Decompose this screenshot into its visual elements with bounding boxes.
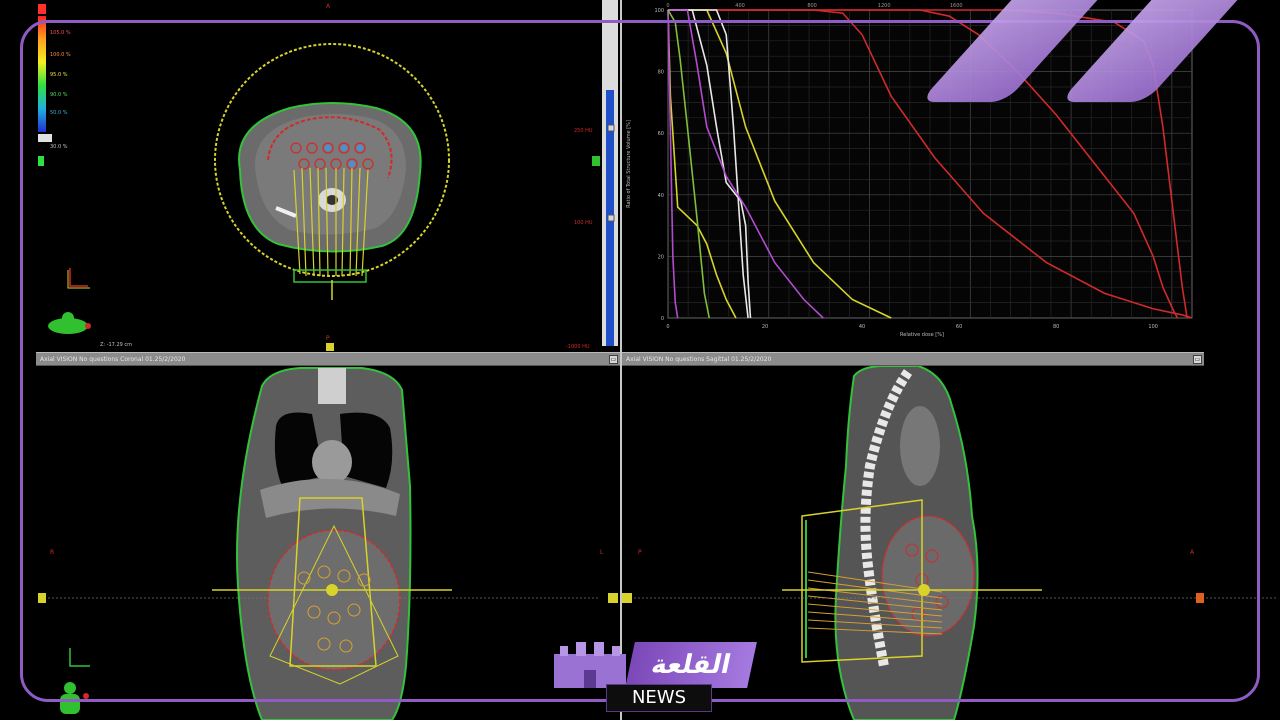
scale-marker <box>592 156 600 166</box>
dvh-x-tick-label: 60 <box>956 324 962 330</box>
legend-marker <box>38 156 44 166</box>
dvh-x-tick-label: 40 <box>859 324 865 330</box>
crosshair-handle-left[interactable] <box>38 593 46 603</box>
castle-icon <box>554 642 626 688</box>
legend-label: 95.0 % <box>50 72 68 78</box>
dose-legend: 105.0 % 100.0 % 95.0 % 90.0 % 50.0 % 30.… <box>38 4 71 166</box>
legend-swatch-bottom <box>38 134 52 142</box>
dvh-y-tick-label: 60 <box>658 131 664 137</box>
dvh-y-tick-label: 80 <box>658 70 664 76</box>
orientation-marker-left: L <box>600 549 604 556</box>
dvh-y-tick-label: 0 <box>661 316 664 322</box>
thoracic-organs <box>900 406 940 486</box>
coronal-titlebar[interactable]: Axial VISION No questions Coronal 01.25/… <box>36 352 620 366</box>
coronal-anatomy <box>40 367 600 720</box>
target-contour <box>881 515 975 637</box>
window-level-scale[interactable]: 250 HU 100 HU -1000 HU <box>566 0 618 350</box>
dvh-top-tick-label: 400 <box>735 3 745 9</box>
isocenter <box>918 584 930 596</box>
axial-canvas[interactable]: 105.0 % 100.0 % 95.0 % 90.0 % 50.0 % 30.… <box>0 0 620 352</box>
orientation-marker-anterior: A <box>326 3 331 10</box>
legend-label: 50.0 % <box>50 110 68 116</box>
news-logo: القلعة NEWS <box>550 640 760 718</box>
logo-arabic-text: القلعة <box>625 642 757 688</box>
orientation-marker-right: R <box>50 549 54 556</box>
orientation-marker-square <box>326 343 334 351</box>
dvh-x-tick-label: 80 <box>1053 324 1059 330</box>
orientation-marker-posterior: P <box>638 549 642 556</box>
scale-label: -1000 HU <box>566 344 590 350</box>
dvh-top-ticks: 0 400 800 1200 1600 <box>666 3 962 9</box>
crosshair-handle-left[interactable] <box>622 593 632 603</box>
dvh-y-ticks: 100 80 60 40 20 0 <box>654 8 664 322</box>
coronal-titlebar-text: Axial VISION No questions Coronal 01.25/… <box>40 356 186 363</box>
slice-position-label: Z: -17.29 cm <box>100 342 132 348</box>
coronal-canvas[interactable]: R L <box>0 366 620 720</box>
legend-label: 105.0 % <box>50 30 71 36</box>
legend-label: 30.0 % <box>50 144 68 150</box>
dvh-top-tick-label: 1600 <box>950 3 963 9</box>
orientation-marker-anterior: A <box>1190 549 1195 556</box>
dvh-top-tick-label: 800 <box>807 3 817 9</box>
viewport-splitter[interactable] <box>620 0 622 720</box>
orientation-indicator <box>69 648 90 667</box>
scale-label: 100 HU <box>574 220 593 226</box>
dvh-y-axis-label: Ratio of Total Structure Volume [%] <box>626 120 632 208</box>
orientation-marker-posterior: P <box>326 335 330 342</box>
dvh-y-tick-label: 20 <box>658 254 664 260</box>
crosshair-handle-right[interactable] <box>1196 593 1204 603</box>
dvh-top-tick-label: 0 <box>666 3 669 9</box>
sagittal-titlebar-text: Axial VISION No questions Sagittal 01.25… <box>626 356 772 363</box>
axial-anatomy <box>214 43 450 300</box>
legend-label: 90.0 % <box>50 92 68 98</box>
orientation-indicator <box>67 268 90 289</box>
patient-orientation-icon[interactable] <box>48 312 91 334</box>
dvh-y-tick-label: 100 <box>654 8 664 14</box>
dvh-x-ticks: 0 20 40 60 80 100 <box>666 324 1158 330</box>
crosshair-handle-right[interactable] <box>608 593 618 603</box>
scale-label: 250 HU <box>574 128 593 134</box>
dvh-x-tick-label: 20 <box>762 324 768 330</box>
dvh-x-tick-label: 100 <box>1148 324 1158 330</box>
legend-color-bar <box>38 16 46 132</box>
legend-label: 100.0 % <box>50 52 71 58</box>
maximize-icon[interactable]: ▭ <box>1193 355 1202 364</box>
sagittal-titlebar[interactable]: Axial VISION No questions Sagittal 01.25… <box>622 352 1204 366</box>
dvh-x-tick-label: 0 <box>666 324 669 330</box>
cervical-spine <box>318 368 346 404</box>
target-contour <box>267 529 401 671</box>
scale-handle-bottom[interactable] <box>607 214 615 222</box>
maximize-icon[interactable]: ▭ <box>609 355 618 364</box>
dvh-x-axis-label: Relative dose [%] <box>900 332 944 338</box>
axial-viewport[interactable]: 105.0 % 100.0 % 95.0 % 90.0 % 50.0 % 30.… <box>0 0 620 352</box>
patient-orientation-icon[interactable] <box>60 682 89 714</box>
scale-handle-top[interactable] <box>607 124 615 132</box>
legend-swatch-top <box>38 4 46 14</box>
heart <box>312 440 352 484</box>
logo-news-text: NEWS <box>606 684 712 712</box>
isocenter <box>326 584 338 596</box>
dvh-y-tick-label: 40 <box>658 193 664 199</box>
dvh-top-tick-label: 1200 <box>878 3 891 9</box>
coronal-viewport[interactable]: R L <box>0 366 620 720</box>
soft-tissue <box>255 114 406 235</box>
